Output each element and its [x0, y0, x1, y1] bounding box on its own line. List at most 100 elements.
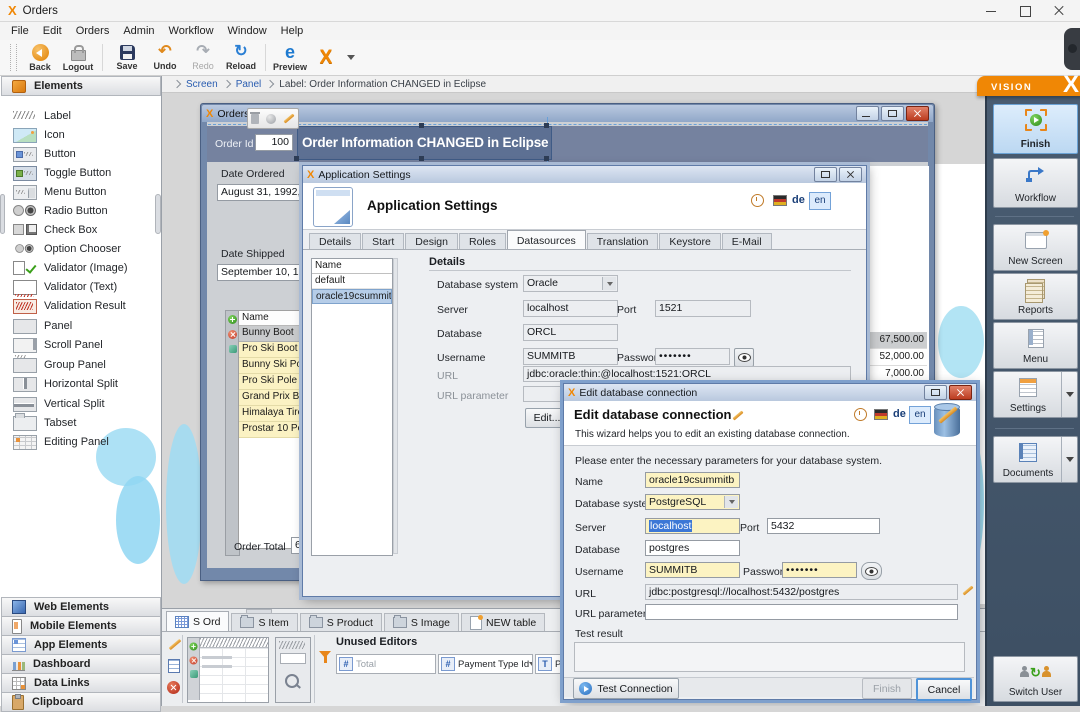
database-field[interactable]: ORCL: [523, 324, 618, 341]
menu-orders[interactable]: Orders: [69, 25, 117, 37]
filter-funnel-icon[interactable]: [319, 651, 331, 658]
section-web-elements[interactable]: Web Elements: [1, 597, 161, 617]
tab-s-image[interactable]: S Image: [384, 613, 459, 631]
palette-item-validator-image[interactable]: Validator (Image): [0, 258, 160, 277]
palette-item-radio-button[interactable]: Radio Button: [0, 201, 160, 220]
breadcrumb-label[interactable]: Label: Order Information CHANGED in Ecli…: [279, 79, 486, 90]
tab-details[interactable]: Details: [309, 233, 361, 249]
tab-translation[interactable]: Translation: [587, 233, 659, 249]
documents-dropdown-caret[interactable]: [1061, 437, 1077, 482]
maximize-button[interactable]: [1008, 0, 1042, 21]
list-item-default[interactable]: default: [312, 274, 392, 289]
section-mobile-elements[interactable]: Mobile Elements: [1, 616, 161, 636]
palette-item-vertical-split[interactable]: Vertical Split: [0, 394, 160, 413]
color-icon[interactable]: [266, 114, 276, 124]
window-close-button[interactable]: [906, 106, 929, 121]
new-screen-button[interactable]: New Screen: [993, 224, 1078, 271]
table-preview-thumbnail[interactable]: [187, 637, 269, 703]
tab-roles[interactable]: Roles: [459, 233, 506, 249]
edit-connection-titlebar[interactable]: X Edit database connection: [564, 384, 976, 402]
show-password-button[interactable]: [734, 348, 754, 367]
selection-handle[interactable]: [544, 123, 549, 128]
server-field[interactable]: localhost: [645, 518, 740, 534]
menu-workflow[interactable]: Workflow: [162, 25, 221, 37]
edit-url-pencil-icon[interactable]: [962, 585, 973, 595]
name-field[interactable]: oracle19csummitb: [645, 472, 740, 488]
palette-item-group-panel[interactable]: Group Panel: [0, 355, 160, 374]
settings-dropdown-caret[interactable]: [1061, 372, 1077, 417]
menu-edit[interactable]: Edit: [36, 25, 69, 37]
minimize-button[interactable]: [974, 0, 1008, 21]
edit-pencil-icon[interactable]: [169, 639, 182, 650]
lang-en-button[interactable]: en: [809, 192, 831, 210]
edit-row-icon[interactable]: [229, 345, 237, 353]
add-row-icon[interactable]: [228, 315, 237, 324]
window-maximize-button[interactable]: [881, 106, 904, 121]
username-field[interactable]: SUMMITB: [523, 348, 618, 365]
palette-item-toggle-button[interactable]: Toggle Button: [0, 163, 160, 182]
window-minimize-button[interactable]: [856, 106, 879, 121]
selection-handle[interactable]: [294, 156, 299, 161]
workflow-button[interactable]: Workflow: [993, 158, 1078, 208]
amount-cell[interactable]: 7,000.00: [869, 366, 927, 383]
server-field[interactable]: localhost: [523, 300, 618, 317]
reload-button[interactable]: ↻ Reload: [222, 40, 260, 75]
amount-cell[interactable]: 52,000.00: [869, 349, 927, 366]
palette-item-menu-button[interactable]: Menu Button: [0, 182, 160, 201]
dialog-maximize-button[interactable]: [814, 167, 837, 182]
section-clipboard[interactable]: Clipboard: [1, 692, 161, 712]
test-result-area[interactable]: [574, 642, 965, 672]
url-field[interactable]: jdbc:postgresql://localhost:5432/postgre…: [645, 584, 958, 600]
test-connection-button[interactable]: Test Connection: [573, 678, 679, 699]
tab-s-ord[interactable]: S Ord: [166, 611, 229, 631]
palette-item-button[interactable]: Button: [0, 144, 160, 163]
tab-datasources[interactable]: Datasources: [507, 230, 586, 249]
visionx-menu-button[interactable]: X: [309, 40, 343, 75]
history-icon[interactable]: [854, 408, 867, 421]
menu-help[interactable]: Help: [274, 25, 311, 37]
cancel-button[interactable]: Cancel: [916, 678, 972, 701]
lang-de-button[interactable]: de: [792, 194, 805, 206]
delete-row-icon[interactable]: [228, 330, 237, 339]
section-app-elements[interactable]: App Elements: [1, 635, 161, 655]
username-field[interactable]: SUMMITB: [645, 562, 740, 578]
password-field[interactable]: •••••••: [655, 348, 730, 365]
switch-user-button[interactable]: ↻ Switch User: [993, 656, 1078, 702]
menu-window[interactable]: Window: [221, 25, 274, 37]
database-system-combo[interactable]: PostgreSQL: [645, 494, 740, 510]
toolbar-dropdown-caret[interactable]: [347, 55, 355, 60]
menu-admin[interactable]: Admin: [116, 25, 161, 37]
documents-button[interactable]: Documents: [993, 436, 1078, 483]
palette-item-scroll-panel[interactable]: Scroll Panel: [0, 335, 160, 354]
tab-keystore[interactable]: Keystore: [659, 233, 720, 249]
close-button[interactable]: [1042, 0, 1076, 21]
save-button[interactable]: Save: [108, 40, 146, 75]
form-icon[interactable]: [168, 659, 180, 673]
show-password-button[interactable]: [861, 562, 882, 580]
section-dashboard[interactable]: Dashboard: [1, 654, 161, 674]
toolbar-grip[interactable]: [10, 44, 17, 71]
breadcrumb-screen[interactable]: Screen: [186, 79, 218, 90]
tab-email[interactable]: E-Mail: [722, 233, 772, 249]
language-flag-icon[interactable]: [773, 195, 787, 206]
preview-button[interactable]: e Preview: [271, 40, 309, 75]
database-field[interactable]: postgres: [645, 540, 740, 556]
settings-button[interactable]: Settings: [993, 371, 1078, 418]
lang-de-button[interactable]: de: [893, 408, 906, 420]
history-icon[interactable]: [751, 194, 764, 207]
palette-item-validation-result[interactable]: Validation Result: [0, 296, 160, 315]
palette-item-option-chooser[interactable]: Option Chooser: [0, 239, 160, 258]
tab-s-product[interactable]: S Product: [300, 613, 382, 631]
palette-item-icon[interactable]: Icon: [0, 125, 160, 144]
palette-item-label[interactable]: Label: [0, 106, 160, 125]
selection-handle[interactable]: [544, 156, 549, 161]
dialog-close-button[interactable]: [949, 385, 972, 400]
back-button[interactable]: Back: [21, 40, 59, 75]
palette-item-horizontal-split[interactable]: Horizontal Split: [0, 374, 160, 393]
reports-button[interactable]: Reports: [993, 273, 1078, 320]
breadcrumb-panel[interactable]: Panel: [236, 79, 262, 90]
tab-start[interactable]: Start: [362, 233, 404, 249]
port-field[interactable]: 1521: [655, 300, 751, 317]
list-item-selected[interactable]: oracle19csummitb: [312, 289, 392, 304]
url-field[interactable]: jdbc:oracle:thin:@localhost:1521:ORCL: [523, 366, 851, 382]
